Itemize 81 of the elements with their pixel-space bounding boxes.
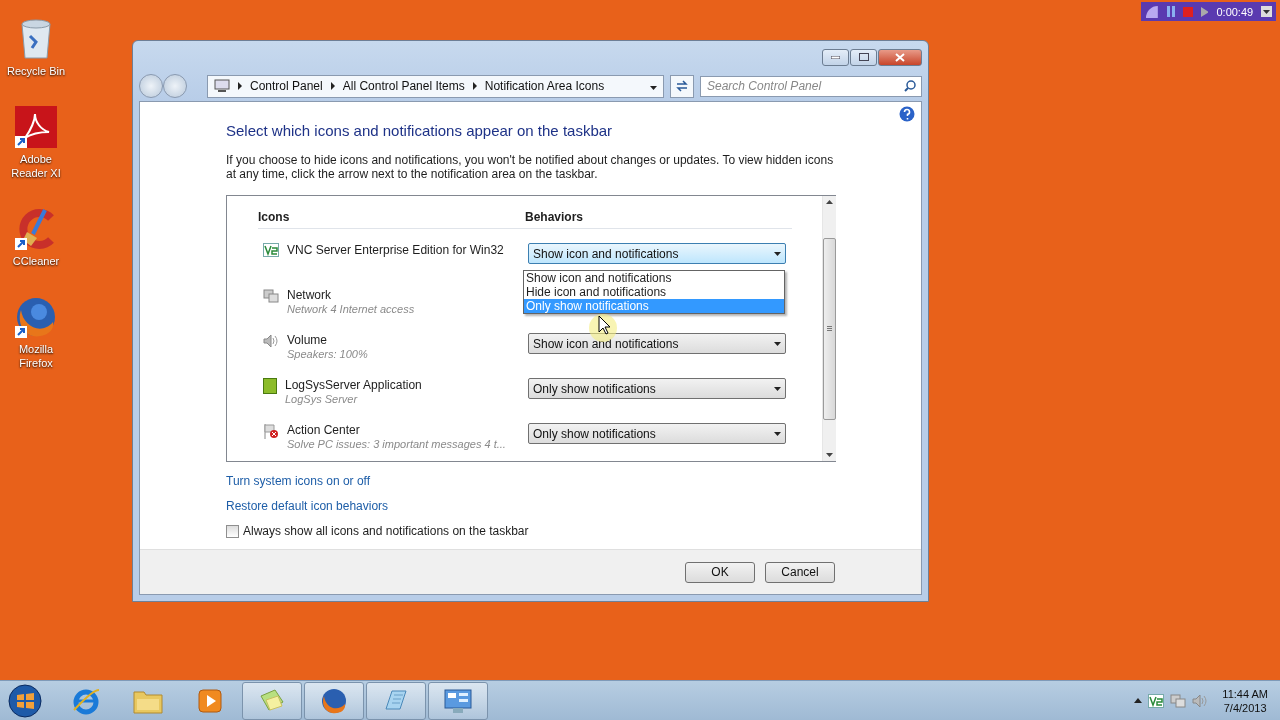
dropdown-arrow-icon [774, 431, 781, 436]
minimize-button[interactable] [822, 48, 849, 66]
scrollbar[interactable] [822, 196, 836, 461]
dropdown-arrow-icon [774, 251, 781, 256]
media-player-icon[interactable] [197, 687, 223, 714]
help-icon[interactable] [899, 106, 915, 122]
behavior-dropdown[interactable]: Show icon and notifications [528, 243, 786, 264]
refresh-button[interactable] [670, 74, 694, 98]
address-bar[interactable]: Control Panel All Control Panel Items Notification Area Icons [207, 74, 664, 98]
breadcrumb-item[interactable]: Notification Area Icons [484, 79, 605, 93]
dialog-button[interactable]: OK [685, 561, 755, 583]
speaker-icon [263, 333, 279, 349]
item-name: Volume [287, 333, 329, 347]
checkbox-label[interactable]: Always show all icons and notifications on the taskbar [243, 524, 529, 538]
page-heading: Select which icons and notifications appear on the taskbar [226, 122, 614, 139]
maximize-button[interactable] [850, 48, 877, 66]
column-header: Icons [258, 210, 291, 224]
item-name: Network [287, 288, 332, 302]
scroll-up-icon[interactable] [826, 200, 833, 204]
notebook-icon [263, 378, 277, 394]
vnc-icon [1148, 693, 1165, 708]
breadcrumb-item[interactable]: Control Panel [250, 79, 323, 93]
behavior-dropdown[interactable]: Only show notifications [528, 423, 786, 444]
checkbox[interactable] [226, 524, 239, 538]
column-header: Behaviors [525, 210, 585, 224]
speaker-icon [1192, 692, 1209, 709]
recording-time: 0:00:49 [1216, 5, 1254, 18]
menu-arrow-icon[interactable] [1261, 6, 1272, 17]
control-panel-icon[interactable] [443, 686, 473, 715]
item-name: LogSysServer Application [285, 378, 422, 392]
firefox-icon[interactable] [320, 686, 348, 715]
dropdown-arrow-icon [774, 341, 781, 346]
sticky-notes-icon[interactable] [258, 687, 286, 714]
description-text: If you choose to hide icons and notifications, you won't be notified about changes or updates. To view hidden icons at any time, click the arrow next to the notification area on the taskbar. [226, 153, 835, 181]
recycle-bin-icon [18, 18, 54, 60]
item-detail: Network 4 Internet access [287, 303, 415, 315]
gripper-icon [827, 326, 832, 331]
flag-icon [263, 423, 279, 439]
pdf-reader-icon [15, 106, 57, 148]
dropdown-arrow-icon [650, 86, 657, 90]
behavior-dropdown[interactable]: Only show notifications [528, 378, 786, 399]
recorder-logo-icon [1145, 4, 1159, 19]
close-icon [895, 52, 905, 62]
network-icon [1170, 692, 1187, 709]
close-button[interactable] [878, 48, 922, 66]
network-icon [263, 288, 279, 304]
maximize-icon [858, 53, 869, 61]
clock-date[interactable]: 7/4/2013 [1223, 700, 1267, 715]
vnc-icon [263, 243, 279, 257]
search-field[interactable]: Search Control Panel [700, 75, 922, 97]
broom-icon [15, 208, 57, 250]
dropdown-option[interactable]: Show icon and notifications [524, 271, 784, 285]
item-name: Action Center [287, 423, 361, 437]
computer-icon [214, 79, 230, 93]
search-icon [904, 79, 916, 92]
taskbar-button[interactable] [366, 681, 426, 720]
refresh-icon [675, 80, 689, 92]
minimize-icon [831, 55, 840, 59]
taskbar-button[interactable] [242, 681, 302, 720]
behavior-dropdown[interactable]: Show icon and notifications [528, 333, 786, 354]
back-button[interactable] [139, 74, 163, 98]
show-hidden-icons-arrow[interactable] [1134, 698, 1143, 703]
item-detail: Speakers: 100% [287, 348, 368, 360]
pause-icon[interactable] [1166, 6, 1175, 17]
dropdown-option[interactable]: Hide icon and notifications [524, 285, 784, 299]
clock-time[interactable]: 11:44 AM [1222, 686, 1268, 701]
breadcrumb-item[interactable]: All Control Panel Items [342, 79, 465, 93]
taskbar-button[interactable] [428, 681, 488, 720]
dropdown-arrow-icon [774, 386, 781, 391]
firefox-icon [15, 296, 57, 338]
item-detail: Solve PC issues: 3 important messages 4 t... [287, 438, 506, 450]
start-orb-icon[interactable] [8, 683, 42, 718]
item-detail: LogSys Server [285, 393, 359, 405]
link[interactable]: Turn system icons on or off [226, 474, 371, 488]
play-icon[interactable] [1200, 6, 1209, 17]
dialog-button[interactable]: Cancel [765, 561, 835, 583]
item-name: VNC Server Enterprise Edition for Win32 [287, 243, 504, 257]
link[interactable]: Restore default icon behaviors [226, 499, 389, 513]
taskbar-button[interactable] [304, 681, 364, 720]
forward-button[interactable] [163, 74, 187, 98]
scroll-down-icon[interactable] [826, 453, 833, 457]
